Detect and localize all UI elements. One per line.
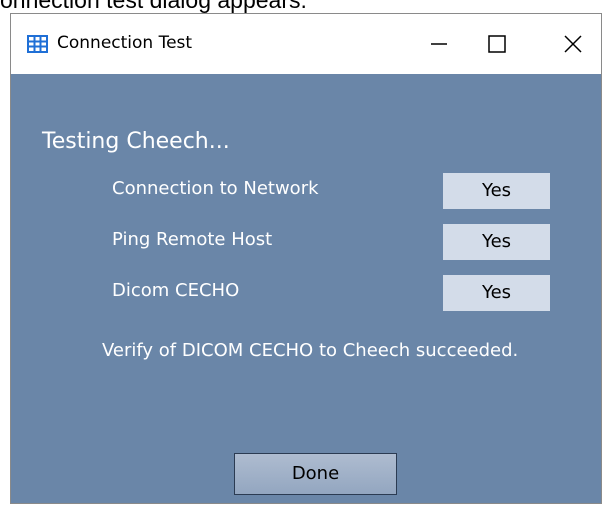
result-message: Verify of DICOM CECHO to Cheech succeede… [102,340,519,361]
dicom-cecho-label: Dicom CECHO [112,280,240,301]
testing-heading: Testing Cheech... [42,129,230,154]
window-title: Connection Test [57,33,193,53]
ping-remote-host-label: Ping Remote Host [112,229,273,250]
connection-to-network-value: Yes [443,173,550,209]
ping-remote-host-value: Yes [443,224,550,260]
maximize-button[interactable] [469,14,525,74]
page-caption: onnection test dialog appears. [0,0,307,13]
maximize-icon [488,35,506,53]
connection-to-network-label: Connection to Network [112,178,319,199]
dialog-body: Testing Cheech... Connection to Network … [11,74,601,503]
grid-app-icon [27,35,48,53]
close-icon [564,35,582,53]
minimize-button[interactable] [411,14,467,74]
title-bar[interactable]: Connection Test [11,14,601,74]
done-button[interactable]: Done [234,453,397,495]
close-button[interactable] [545,14,601,74]
connection-test-window: Connection Test Testing Cheech... Connec… [10,13,602,504]
minimize-icon [431,43,447,45]
dicom-cecho-value: Yes [443,275,550,311]
